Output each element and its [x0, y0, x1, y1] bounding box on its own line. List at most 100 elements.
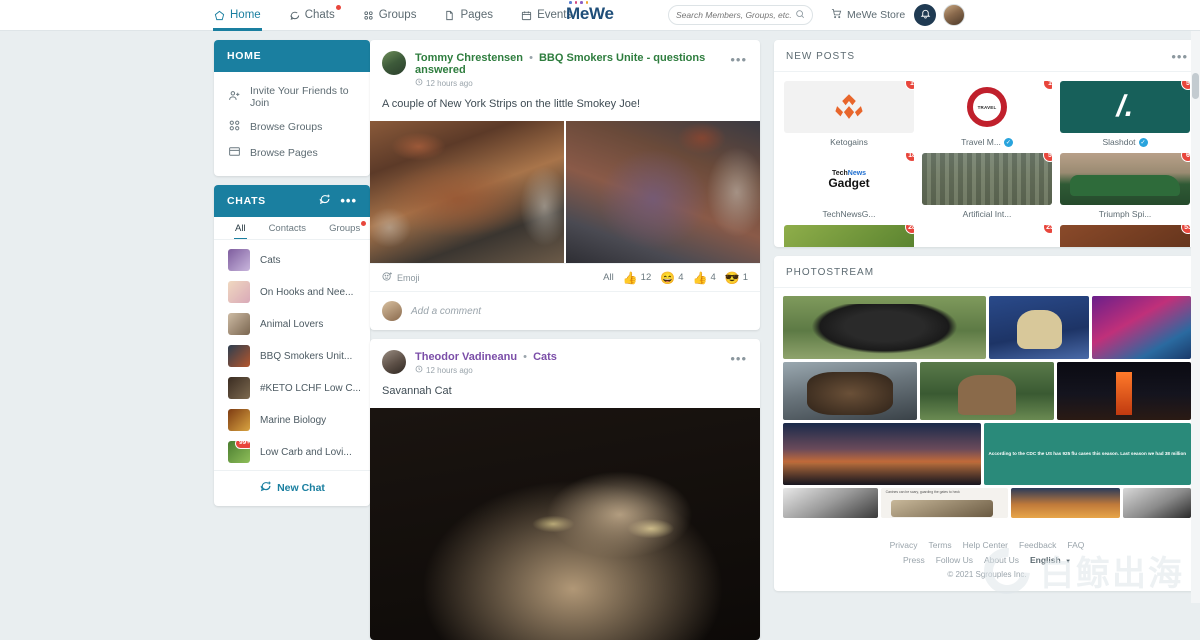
bell-icon: [920, 6, 931, 24]
chats-more-icon[interactable]: •••: [340, 194, 357, 207]
photostream-tile[interactable]: [1122, 488, 1191, 518]
photostream-tile[interactable]: [783, 296, 987, 359]
reaction-item[interactable]: 👍 12: [623, 272, 652, 284]
new-post-thumbnail: TRAVEL 1: [922, 81, 1052, 133]
reaction-item[interactable]: 👍 4: [693, 272, 716, 284]
chat-list-item[interactable]: BBQ Smokers Unit...: [214, 340, 370, 372]
footer-link-follow-us[interactable]: Follow Us: [936, 555, 973, 565]
home-panel: HOME Invite Your Friends to Join Browse …: [214, 40, 370, 176]
post-author-name[interactable]: Theodor Vadineanu: [415, 351, 517, 363]
footer-link-faq[interactable]: FAQ: [1067, 540, 1084, 550]
photostream-tile[interactable]: [989, 296, 1089, 359]
page-icon: [228, 145, 241, 161]
photostream-tile[interactable]: [783, 362, 917, 420]
new-post-item[interactable]: Fasting for Women 23: [922, 225, 1052, 247]
new-post-badge: 5: [1181, 81, 1190, 90]
footer-link-privacy[interactable]: Privacy: [890, 540, 918, 550]
footer-link-press[interactable]: Press: [903, 555, 925, 565]
all-reactions-link[interactable]: All: [603, 272, 614, 283]
cdc-info-tile[interactable]: According to the CDC the US has 925 flu …: [983, 423, 1191, 485]
post-options-icon[interactable]: •••: [730, 352, 747, 365]
footer-link-terms[interactable]: Terms: [929, 540, 952, 550]
post-options-icon[interactable]: •••: [730, 53, 747, 66]
calendar-icon: [521, 10, 532, 21]
mewe-store-button[interactable]: MeWe Store: [831, 8, 905, 22]
post-author-avatar[interactable]: [382, 350, 406, 374]
chat-list-item[interactable]: 99+ Low Carb and Lovi...: [214, 436, 370, 468]
new-post-item[interactable]: TRAVEL 1 Travel M... ✓: [922, 81, 1052, 147]
photostream-tile[interactable]: [920, 362, 1054, 420]
photostream-tile[interactable]: [783, 488, 878, 518]
photostream-tile[interactable]: [1091, 296, 1192, 359]
post-meta: Tommy Chrestensen • BBQ Smokers Unite - …: [415, 51, 748, 88]
photostream-tile[interactable]: Canines can be scary, guarding the gates…: [880, 488, 1009, 518]
mewe-logo[interactable]: MeWe: [566, 1, 614, 24]
post-author-name[interactable]: Tommy Chrestensen: [415, 52, 523, 64]
photostream-tile[interactable]: [783, 423, 981, 485]
browse-groups-link[interactable]: Browse Groups: [214, 114, 370, 140]
comment-placeholder[interactable]: Add a comment: [411, 306, 481, 317]
chat-list-item[interactable]: Marine Biology: [214, 404, 370, 436]
footer-link-help-center[interactable]: Help Center: [963, 540, 1008, 550]
page-scrollbar[interactable]: [1191, 31, 1200, 603]
post-group-name[interactable]: Cats: [533, 351, 557, 363]
scrollbar-thumb[interactable]: [1192, 73, 1199, 99]
browse-pages-link[interactable]: Browse Pages: [214, 140, 370, 166]
new-post-item[interactable]: TechNews Gadget 18 TechNewsG...: [784, 153, 914, 219]
new-post-item[interactable]: 53: [1060, 225, 1190, 247]
new-post-item[interactable]: /. 5 Slashdot ✓: [1060, 81, 1190, 147]
post-image[interactable]: [566, 121, 760, 263]
chat-list-item[interactable]: Animal Lovers: [214, 308, 370, 340]
chat-list-item[interactable]: Cats: [214, 244, 370, 276]
new-post-thumbnail: 5: [922, 153, 1052, 205]
post-image[interactable]: [370, 121, 564, 263]
nav-tabs: Home Chats Groups Pages Events: [213, 0, 573, 31]
new-chat-button[interactable]: New Chat: [214, 470, 370, 506]
photostream-row: Canines can be scary, guarding the gates…: [783, 488, 1191, 518]
notifications-button[interactable]: [914, 4, 936, 26]
new-post-badge: 1: [905, 81, 914, 90]
chat-avatar: [228, 345, 250, 367]
new-post-label: Triumph Spi...: [1098, 209, 1152, 219]
new-posts-more-icon[interactable]: •••: [1171, 50, 1188, 63]
new-post-item[interactable]: 1 Ketogains: [784, 81, 914, 147]
new-chat-icon[interactable]: [318, 193, 331, 209]
photostream-tile[interactable]: [1011, 488, 1120, 518]
post-author-avatar[interactable]: [382, 51, 406, 75]
chat-avatar: [228, 409, 250, 431]
language-selector[interactable]: English ▼: [1030, 555, 1071, 565]
search-input[interactable]: [676, 10, 795, 20]
new-posts-title: NEW POSTS: [786, 51, 856, 62]
reaction-item[interactable]: 😎 1: [725, 272, 748, 284]
nav-tab-groups[interactable]: Groups: [362, 0, 418, 31]
chat-tab-groups[interactable]: Groups: [329, 221, 367, 239]
invite-friends-link[interactable]: Invite Your Friends to Join: [214, 80, 370, 114]
thumbs-up-icon: 👍: [692, 270, 708, 285]
new-post-item[interactable]: 6 Triumph Spi...: [1060, 153, 1190, 219]
search-box[interactable]: [668, 5, 813, 25]
nav-tab-home[interactable]: Home: [213, 0, 262, 31]
reaction-item[interactable]: 😄 4: [660, 272, 683, 284]
chat-tab-contacts[interactable]: Contacts: [269, 223, 307, 239]
post-title-line: Tommy Chrestensen • BBQ Smokers Unite - …: [415, 52, 748, 76]
chat-tab-all[interactable]: All: [234, 223, 247, 239]
footer-row-primary: Privacy Terms Help Center Feedback FAQ: [786, 540, 1188, 550]
logo-dots: [569, 1, 589, 4]
new-post-item[interactable]: 28: [784, 225, 914, 247]
chat-list-item[interactable]: #KETO LCHF Low C...: [214, 372, 370, 404]
footer-link-feedback[interactable]: Feedback: [1019, 540, 1056, 550]
nav-tab-groups-label: Groups: [378, 9, 417, 21]
nav-tab-pages[interactable]: Pages: [443, 0, 494, 31]
photostream-tile[interactable]: [1057, 362, 1191, 420]
comment-input-row[interactable]: Add a comment: [370, 292, 760, 330]
nav-tab-chats[interactable]: Chats: [288, 0, 341, 31]
footer-link-about-us[interactable]: About Us: [984, 555, 1019, 565]
page-icon: [444, 10, 455, 21]
new-post-item[interactable]: 5 Artificial Int...: [922, 153, 1052, 219]
post-reactions-bar: Emoji All 👍 12 😄 4 👍 4 😎 1: [370, 263, 760, 292]
add-emoji-button[interactable]: Emoji: [382, 271, 420, 284]
search-icon[interactable]: [795, 6, 805, 24]
post-image[interactable]: [370, 408, 760, 640]
user-avatar[interactable]: [943, 4, 965, 26]
chat-list-item[interactable]: On Hooks and Nee...: [214, 276, 370, 308]
